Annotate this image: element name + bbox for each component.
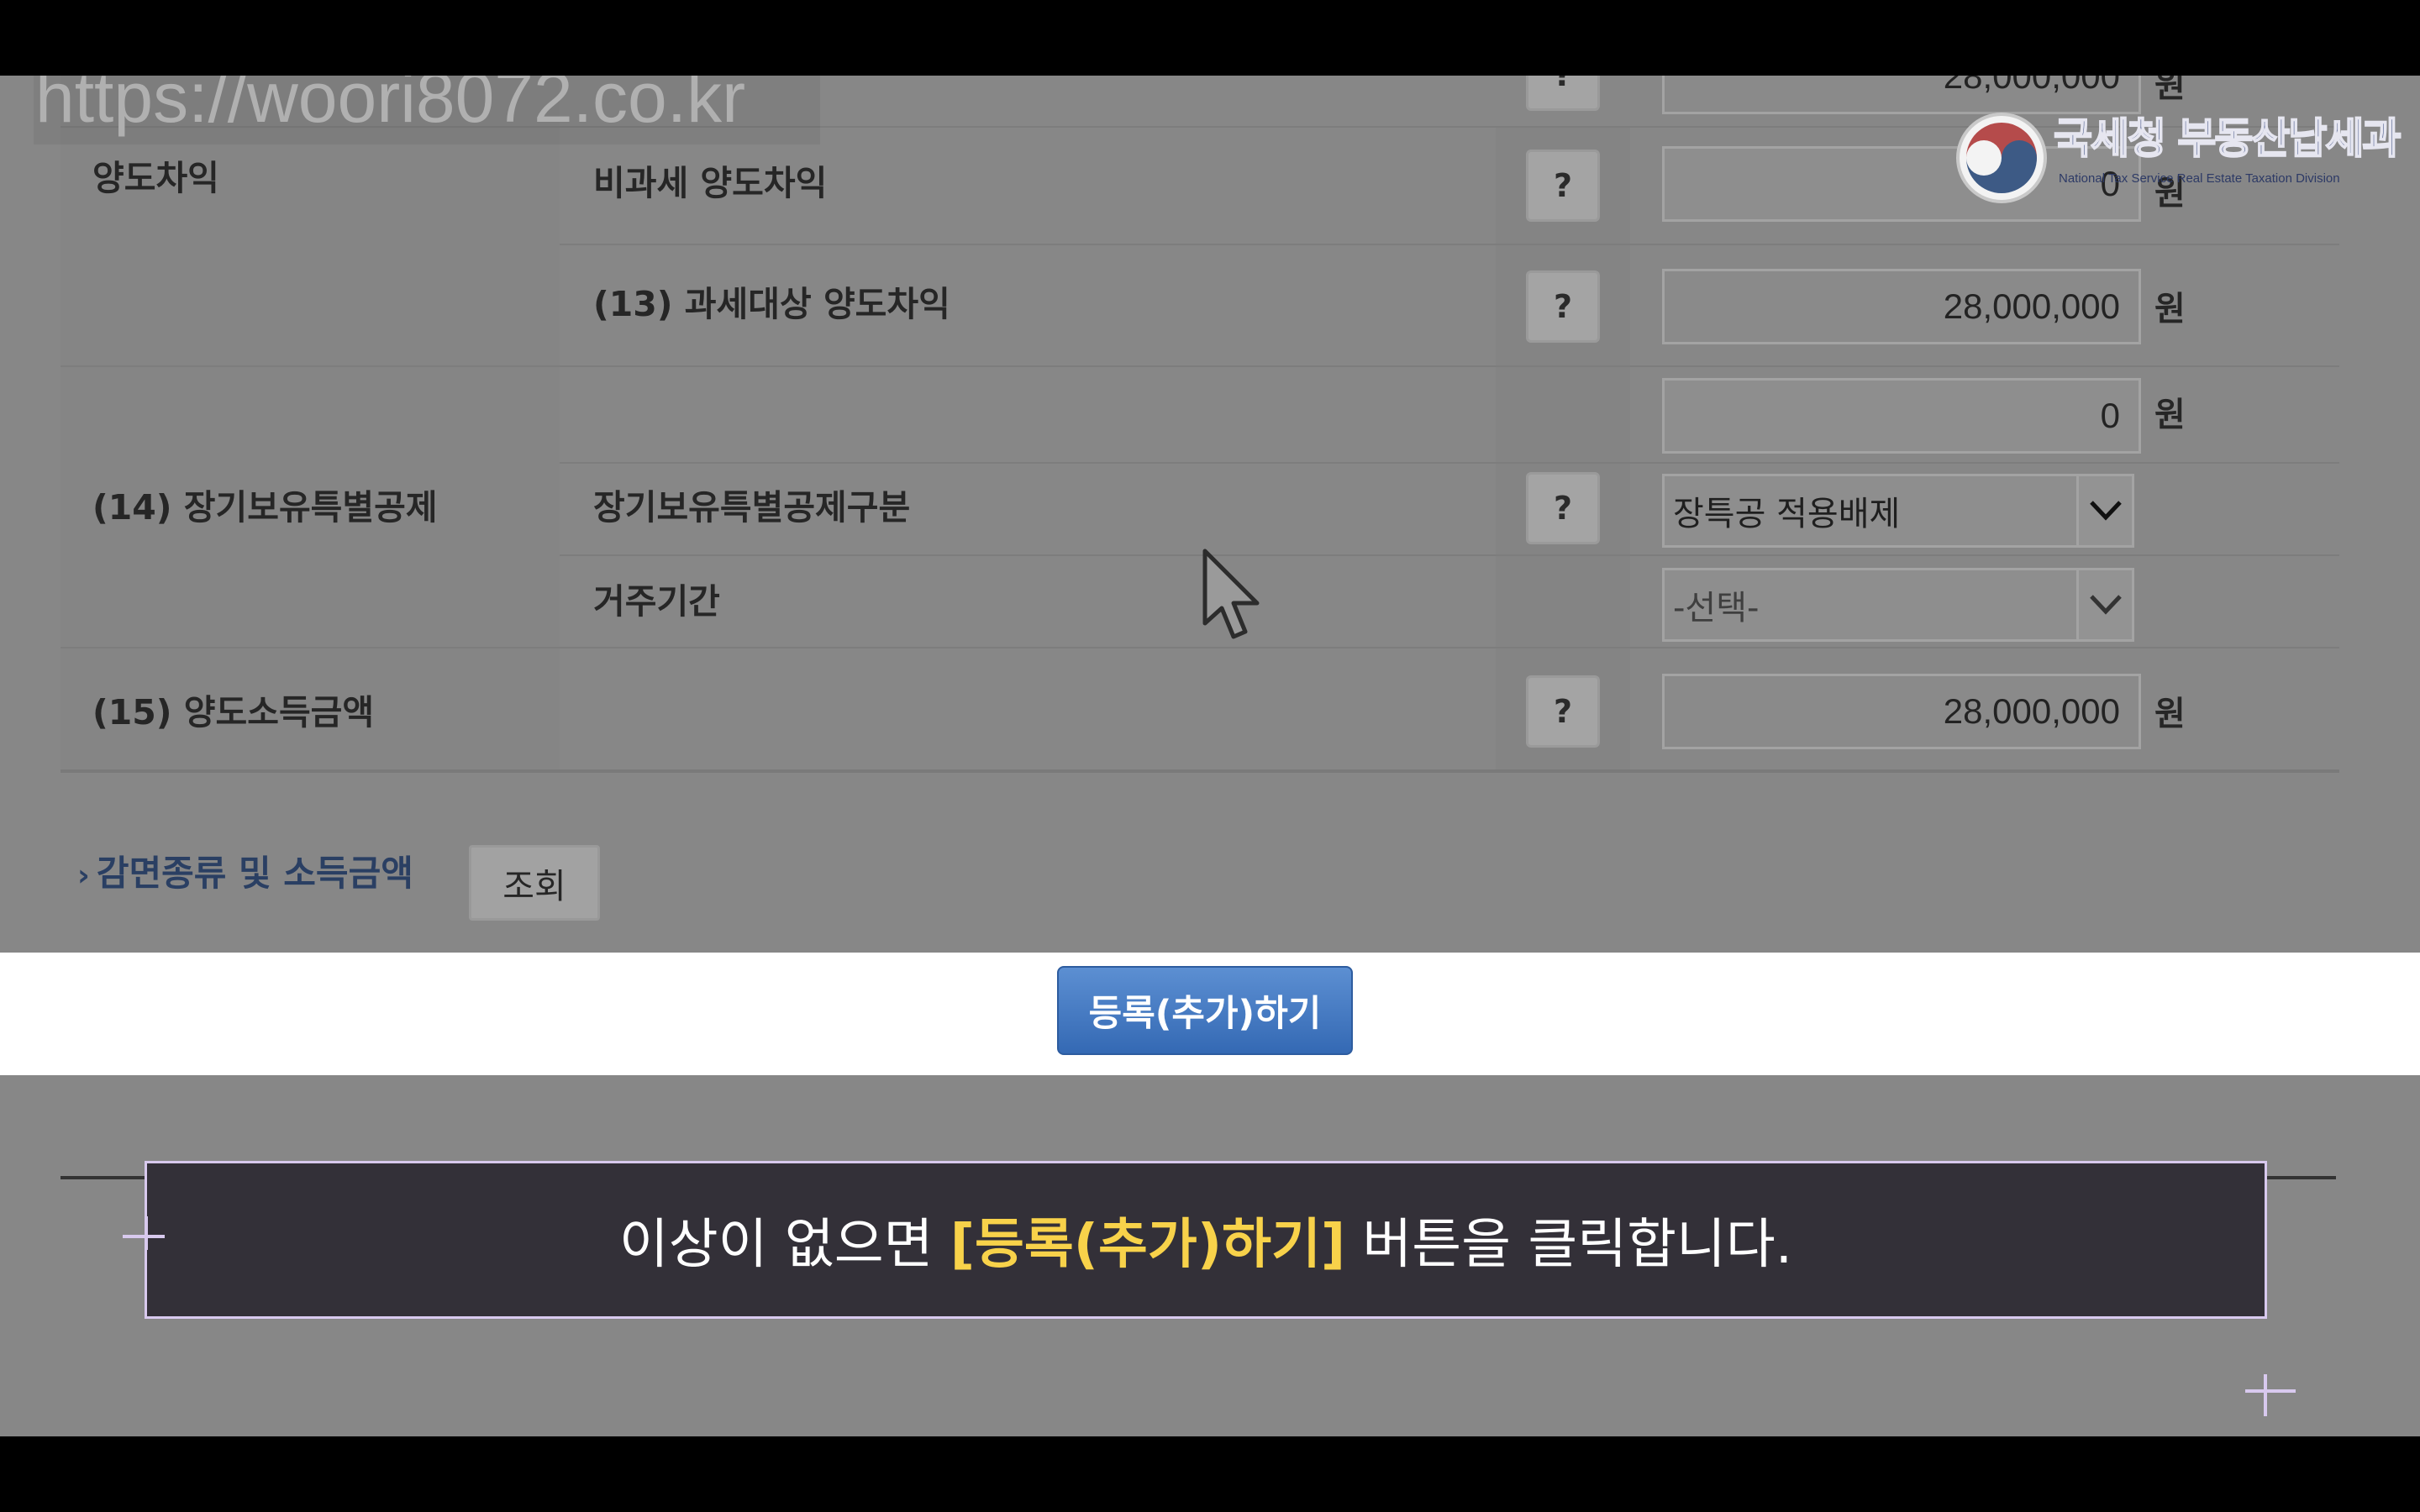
residence-period-selected: -선택-: [1673, 589, 1760, 627]
nts-logo: 국세청 부동산납세과 National Tax Service Real Est…: [1954, 111, 2402, 203]
nontaxable-gain-label: 비과세 양도차익: [593, 163, 828, 203]
help-button-ltsd-type[interactable]: ?: [1526, 472, 1600, 544]
lookup-button[interactable]: 조회: [469, 845, 600, 921]
row-divider: [560, 244, 2339, 245]
ltsd-type-label: 장기보유특별공제구분: [593, 487, 911, 528]
button-strip: 등록(추가)하기: [0, 953, 2420, 1075]
residence-period-label: 거주기간: [593, 581, 720, 622]
subtitle-text: 이상이 없으면: [618, 1214, 950, 1276]
mouse-cursor-icon: [1202, 549, 1260, 639]
register-add-button[interactable]: 등록(추가)하기: [1057, 966, 1353, 1055]
ltsd-type-select[interactable]: 장특공 적용배제: [1662, 474, 2134, 548]
subtitle-text-end: 버튼을 클릭합니다.: [1345, 1214, 1793, 1276]
row-divider: [60, 647, 2339, 648]
income-label: (15) 양도소득금액: [92, 692, 375, 732]
subtitle-highlight: [등록(추가)하기]: [950, 1214, 1346, 1276]
caption-corner: [145, 1216, 148, 1250]
help-button-taxable-gain[interactable]: ?: [1526, 270, 1600, 343]
unit-label: 원: [2154, 695, 2186, 733]
taegeuk-logo-icon: [1956, 113, 2047, 203]
partial-amount-field: 28,000,000: [1662, 76, 2141, 114]
residence-period-select[interactable]: -선택-: [1662, 568, 2134, 642]
chevron-down-icon[interactable]: [2076, 570, 2132, 639]
help-button-income[interactable]: ?: [1526, 675, 1600, 748]
watermark-url: https://woori8072.co.kr: [35, 76, 746, 137]
ltsd-type-selected: 장특공 적용배제: [1673, 495, 1901, 533]
income-field: 28,000,000: [1662, 674, 2141, 749]
help-button[interactable]: ?: [1526, 76, 1600, 111]
logo-title: 국세청 부동산납세과: [2053, 114, 2402, 163]
unit-label: 원: [2154, 76, 2186, 105]
taxable-gain-field: 28,000,000: [1662, 269, 2141, 344]
subtitle-caption: 이상이 없으면 [등록(추가)하기] 버튼을 클릭합니다.: [145, 1161, 2267, 1319]
caption-corner: [2264, 1374, 2267, 1416]
caption-corner: [123, 1235, 165, 1238]
table-bottom-border: [60, 769, 2339, 773]
row-divider: [60, 365, 2339, 367]
chevron-down-icon[interactable]: [2076, 476, 2132, 545]
unit-label: 원: [2154, 396, 2186, 434]
row-divider: [560, 554, 2339, 556]
ltsd-label: (14) 장기보유특별공제: [92, 487, 438, 528]
chevron-right-icon: ›: [77, 858, 90, 893]
reduction-link[interactable]: › 감면종류 및 소득금액: [77, 845, 413, 896]
row-divider: [560, 462, 2339, 464]
help-button-nontaxable-gain[interactable]: ?: [1526, 150, 1600, 222]
caption-corner: [2245, 1389, 2296, 1393]
gain-section-label: 양도차익: [92, 158, 219, 198]
ltsd-amount-input[interactable]: 0: [1662, 378, 2141, 454]
unit-label: 원: [2154, 290, 2186, 328]
taxable-gain-label: (13) 과세대상 양도차익: [593, 284, 950, 324]
logo-subtitle: National Tax Service Real Estate Taxatio…: [2059, 171, 2340, 186]
